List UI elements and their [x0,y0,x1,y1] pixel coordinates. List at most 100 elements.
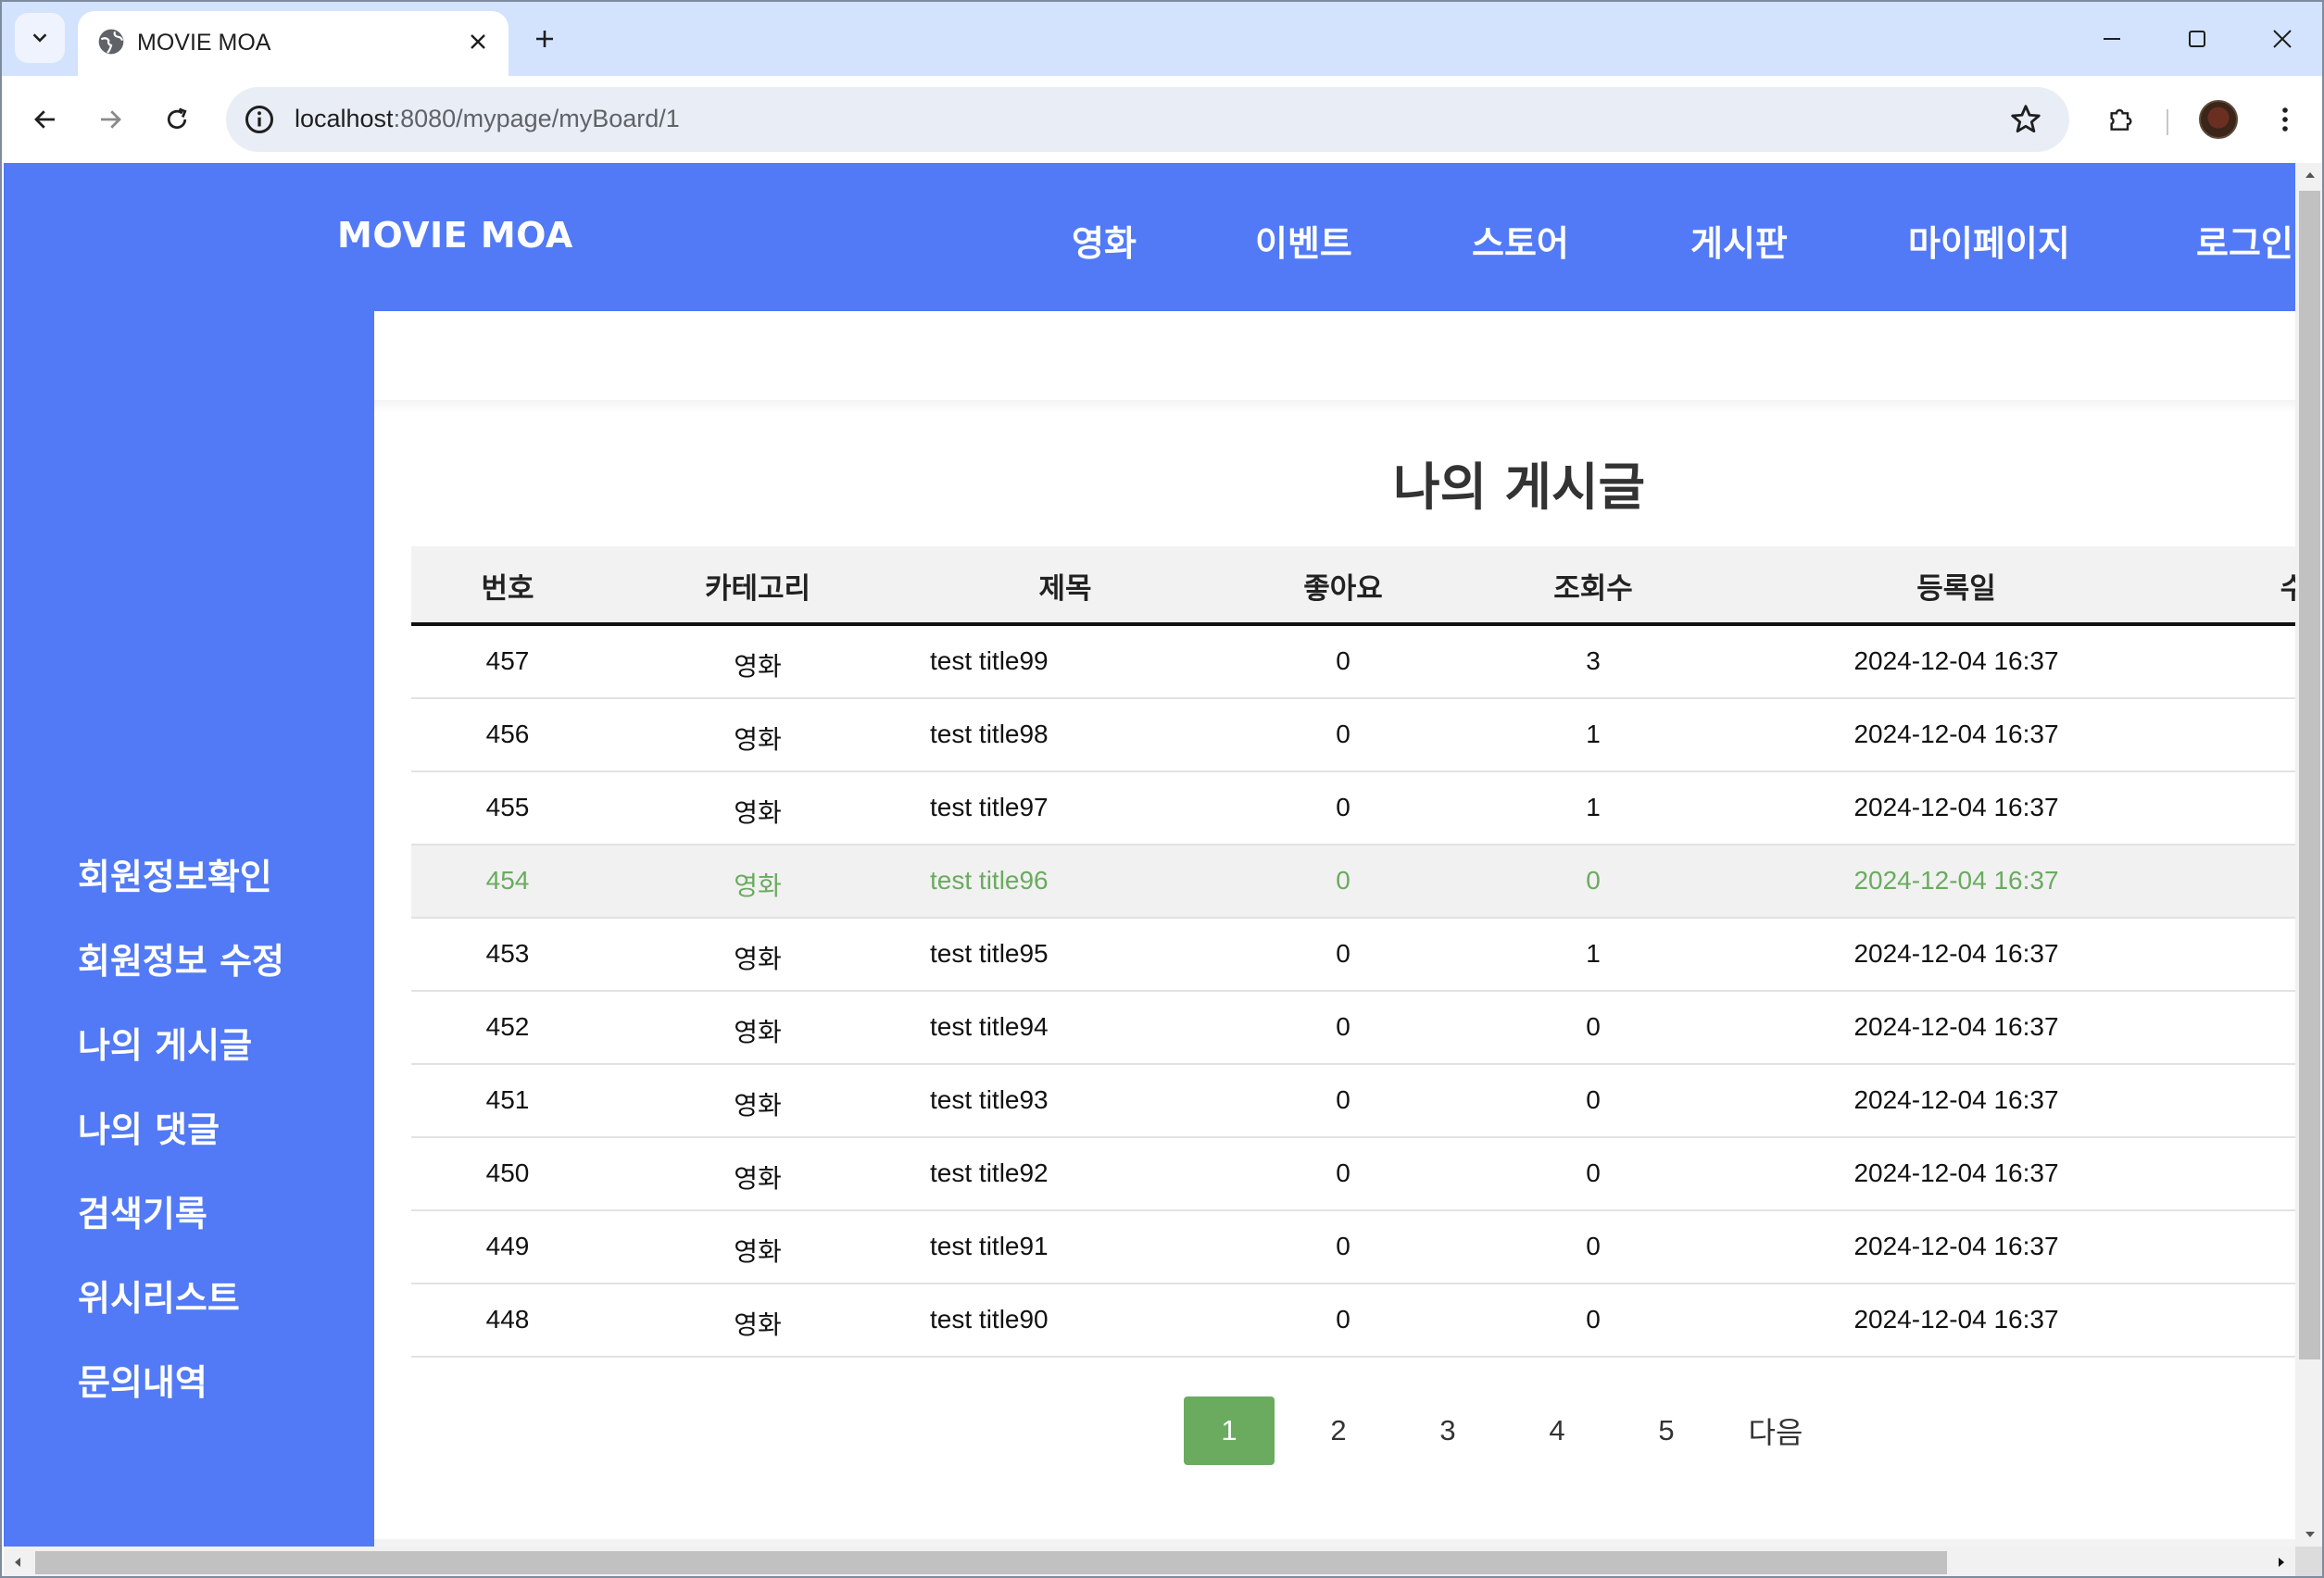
column-header-number: 번호 [481,572,534,606]
tab-search-button[interactable] [15,13,65,63]
table-row[interactable]: 455 영화 test title97 0 1 2024-12-04 16:37 [411,772,2295,845]
cell-likes: 0 [1336,1305,1350,1334]
vertical-scroll-thumb[interactable] [2299,191,2320,1359]
column-header-date: 등록일 [1916,572,1996,606]
page-button-3[interactable]: 3 [1402,1396,1493,1465]
browser-menu-button[interactable] [2262,96,2308,143]
cell-title[interactable]: test title96 [930,866,1049,895]
table-row[interactable]: 457 영화 test title99 0 3 2024-12-04 16:37 [411,626,2295,699]
cell-title[interactable]: test title97 [930,793,1049,822]
horizontal-scroll-thumb[interactable] [35,1551,1947,1574]
cell-number: 454 [485,866,530,895]
nav-item-store[interactable]: 스토어 [1472,215,1569,266]
table-row[interactable]: 449 영화 test title91 0 0 2024-12-04 16:37 [411,1211,2295,1284]
cell-category: 영화 [734,724,782,755]
scroll-right-arrow-icon[interactable] [2267,1547,2295,1576]
sidebar-item-member-info[interactable]: 회원정보확인 [78,848,272,899]
nav-item-movie[interactable]: 영화 [1072,215,1137,266]
site-logo[interactable]: MOVIE MOA [337,215,573,256]
sidebar-item-search-history[interactable]: 검색기록 [78,1185,207,1236]
cell-category: 영화 [734,870,782,901]
page-button-2[interactable]: 2 [1293,1396,1384,1465]
cell-likes: 0 [1336,866,1350,895]
plus-icon [536,31,553,47]
cell-date: 2024-12-04 16:37 [1853,1158,2059,1187]
cell-number: 456 [485,720,530,748]
scroll-up-arrow-icon[interactable] [2295,163,2322,187]
new-tab-button[interactable] [526,20,563,57]
cell-category: 영화 [734,1236,782,1267]
column-header-edit: 수 [2280,565,2295,607]
cell-title[interactable]: test title91 [930,1232,1049,1261]
tab-strip: MOVIE MOA [2,2,2322,76]
forward-button[interactable] [87,96,133,143]
cell-date: 2024-12-04 16:37 [1853,720,2059,748]
nav-item-board[interactable]: 게시판 [1690,215,1788,266]
sidebar-item-edit-member-info[interactable]: 회원정보 수정 [78,933,284,983]
cell-title[interactable]: test title95 [930,939,1049,969]
cell-likes: 0 [1336,720,1350,748]
next-page-button[interactable]: 다음 [1730,1396,1821,1465]
browser-tab[interactable]: MOVIE MOA [78,11,509,76]
minimize-button[interactable] [2090,17,2134,61]
vertical-scrollbar[interactable] [2295,163,2322,1547]
puzzle-icon [2110,108,2132,131]
nav-item-event[interactable]: 이벤트 [1255,215,1352,266]
cell-likes: 0 [1336,646,1350,675]
column-header-likes: 좋아요 [1303,572,1383,606]
table-row[interactable]: 450 영화 test title92 0 0 2024-12-04 16:37 [411,1138,2295,1211]
url-host: localhost [295,105,394,132]
scroll-left-arrow-icon[interactable] [4,1547,31,1576]
table-row[interactable]: 448 영화 test title90 0 0 2024-12-04 16:37 [411,1284,2295,1358]
sidebar-item-my-comments[interactable]: 나의 댓글 [78,1101,220,1152]
cell-title[interactable]: test title98 [930,720,1049,749]
page-button-5[interactable]: 5 [1621,1396,1712,1465]
content-top-strip [374,311,2295,400]
table-row[interactable]: 453 영화 test title95 0 1 2024-12-04 16:37 [411,919,2295,992]
cell-title[interactable]: test title90 [930,1305,1049,1334]
star-icon[interactable] [2008,102,2043,137]
profile-avatar[interactable] [2199,100,2238,139]
close-icon [471,34,485,49]
toolbar-separator [2167,109,2168,135]
cell-number: 451 [485,1085,530,1114]
tab-close-button[interactable] [462,26,494,57]
cell-category: 영화 [734,1309,782,1340]
browser-toolbar: localhost:8080/mypage/myBoard/1 [2,76,2322,163]
reload-button[interactable] [154,96,200,143]
table-row[interactable]: 451 영화 test title93 0 0 2024-12-04 16:37 [411,1065,2295,1138]
scroll-down-arrow-icon[interactable] [2295,1522,2322,1547]
cell-date: 2024-12-04 16:37 [1853,866,2059,895]
cell-date: 2024-12-04 16:37 [1853,1012,2059,1041]
cell-category: 영화 [734,797,782,828]
horizontal-scrollbar[interactable] [4,1547,2295,1576]
cell-views: 1 [1586,939,1601,968]
table-row[interactable]: 456 영화 test title98 0 1 2024-12-04 16:37 [411,699,2295,772]
table-row[interactable]: 452 영화 test title94 0 0 2024-12-04 16:37 [411,992,2295,1065]
cell-date: 2024-12-04 16:37 [1853,1085,2059,1114]
cell-date: 2024-12-04 16:37 [1853,1305,2059,1334]
back-button[interactable] [22,96,69,143]
address-bar[interactable]: localhost:8080/mypage/myBoard/1 [226,87,2069,152]
cell-title[interactable]: test title92 [930,1158,1049,1188]
cell-likes: 0 [1336,1232,1350,1260]
sidebar-item-wishlist[interactable]: 위시리스트 [78,1270,240,1321]
nav-item-login[interactable]: 로그인 [2196,215,2293,266]
page-button-1[interactable]: 1 [1184,1396,1275,1465]
cell-title[interactable]: test title99 [930,646,1049,676]
page-button-4[interactable]: 4 [1512,1396,1602,1465]
cell-title[interactable]: test title94 [930,1012,1049,1042]
scrollbar-corner [2295,1547,2322,1576]
maximize-button[interactable] [2175,17,2219,61]
minimize-icon [2104,38,2120,40]
nav-item-mypage[interactable]: 마이페이지 [1908,215,2070,266]
arrow-right-icon [101,110,121,129]
window-close-button[interactable] [2260,17,2305,61]
extensions-button[interactable] [2097,96,2143,143]
info-icon[interactable] [243,103,276,136]
table-row[interactable]: 454 영화 test title96 0 0 2024-12-04 16:37 [411,845,2295,919]
sidebar-item-inquiries[interactable]: 문의내역 [78,1354,207,1405]
cell-title[interactable]: test title93 [930,1085,1049,1115]
sidebar-item-my-posts[interactable]: 나의 게시글 [78,1017,252,1068]
cell-category: 영화 [734,1163,782,1194]
